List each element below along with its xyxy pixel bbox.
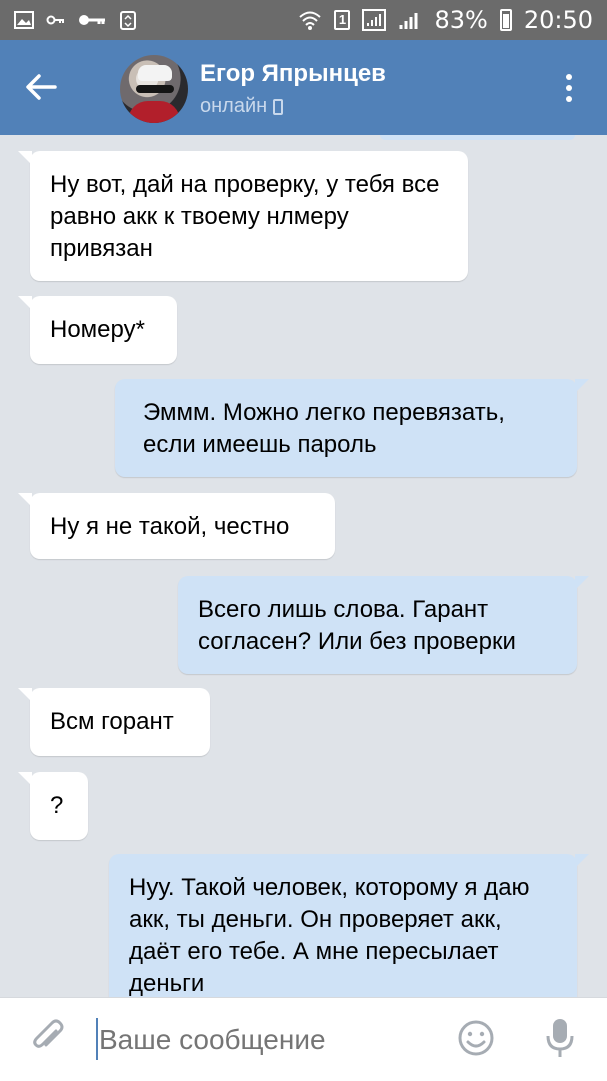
contact-name[interactable]: Егор Япрынцев xyxy=(200,60,386,88)
status-bar: 1 83% 20:50 xyxy=(0,0,607,40)
clock: 20:50 xyxy=(523,6,593,34)
microphone-icon[interactable] xyxy=(540,1016,580,1060)
signal-icon xyxy=(399,13,418,29)
message-input[interactable] xyxy=(95,1016,431,1064)
signal-box-icon xyxy=(362,9,387,31)
avatar-hat xyxy=(138,65,172,81)
more-dot-icon xyxy=(566,74,572,80)
message-list[interactable]: Ну вот, дай на проверку, у тебя все равн… xyxy=(0,135,607,997)
avatar-glasses xyxy=(136,85,174,93)
battery-percent: 83% xyxy=(434,6,488,34)
message-text: Ну вот, дай на проверку, у тебя все равн… xyxy=(50,171,440,262)
message-text: Номеру* xyxy=(50,316,145,343)
message-text: Ну я не такой, честно xyxy=(50,513,290,540)
recycle-icon xyxy=(120,11,136,30)
message-text: Эммм. Можно легко перевязать, если имееш… xyxy=(143,399,505,458)
contact-status: онлайн xyxy=(200,95,284,118)
more-menu-button[interactable] xyxy=(552,68,586,108)
message-incoming[interactable]: Номеру* xyxy=(18,296,177,364)
message-text: Всм горант xyxy=(50,708,174,735)
back-button[interactable] xyxy=(18,64,64,110)
avatar[interactable] xyxy=(120,55,188,123)
key-icon xyxy=(79,15,105,25)
contact-status-text: онлайн xyxy=(200,95,268,117)
message-text: Нуу. Такой человек, которому я даю акк, … xyxy=(129,874,530,997)
previous-message-edge xyxy=(380,135,575,140)
message-outgoing[interactable]: Нуу. Такой человек, которому я даю акк, … xyxy=(109,854,589,997)
mobile-phone-icon xyxy=(273,98,284,115)
message-text: ? xyxy=(50,792,64,819)
wifi-icon xyxy=(299,11,322,30)
message-incoming[interactable]: ? xyxy=(18,772,88,840)
emoji-icon[interactable] xyxy=(456,1018,496,1058)
message-outgoing[interactable]: Эммм. Можно легко перевязать, если имееш… xyxy=(115,379,589,477)
status-bar-left xyxy=(14,10,138,30)
message-incoming[interactable]: Всм горант xyxy=(18,688,210,756)
avatar-shirt xyxy=(128,101,180,123)
composer-bar xyxy=(0,997,607,1081)
paperclip-icon[interactable] xyxy=(28,1018,68,1058)
key-small-icon xyxy=(46,15,64,25)
image-icon xyxy=(14,11,34,29)
message-text: Всего лишь слова. Гарант согласен? Или б… xyxy=(198,596,516,655)
message-outgoing[interactable]: Всего лишь слова. Гарант согласен? Или б… xyxy=(178,576,589,674)
message-incoming[interactable]: Ну вот, дай на проверку, у тебя все равн… xyxy=(18,151,468,281)
status-bar-right: 1 83% 20:50 xyxy=(298,6,593,34)
more-dot-icon xyxy=(566,85,572,91)
message-incoming[interactable]: Ну я не такой, честно xyxy=(18,493,335,559)
battery-icon xyxy=(499,9,512,31)
more-dot-icon xyxy=(566,96,572,102)
chat-header: Егор Япрынцев онлайн xyxy=(0,40,607,135)
sim-badge: 1 xyxy=(334,10,351,30)
arrow-left-icon xyxy=(26,74,57,100)
